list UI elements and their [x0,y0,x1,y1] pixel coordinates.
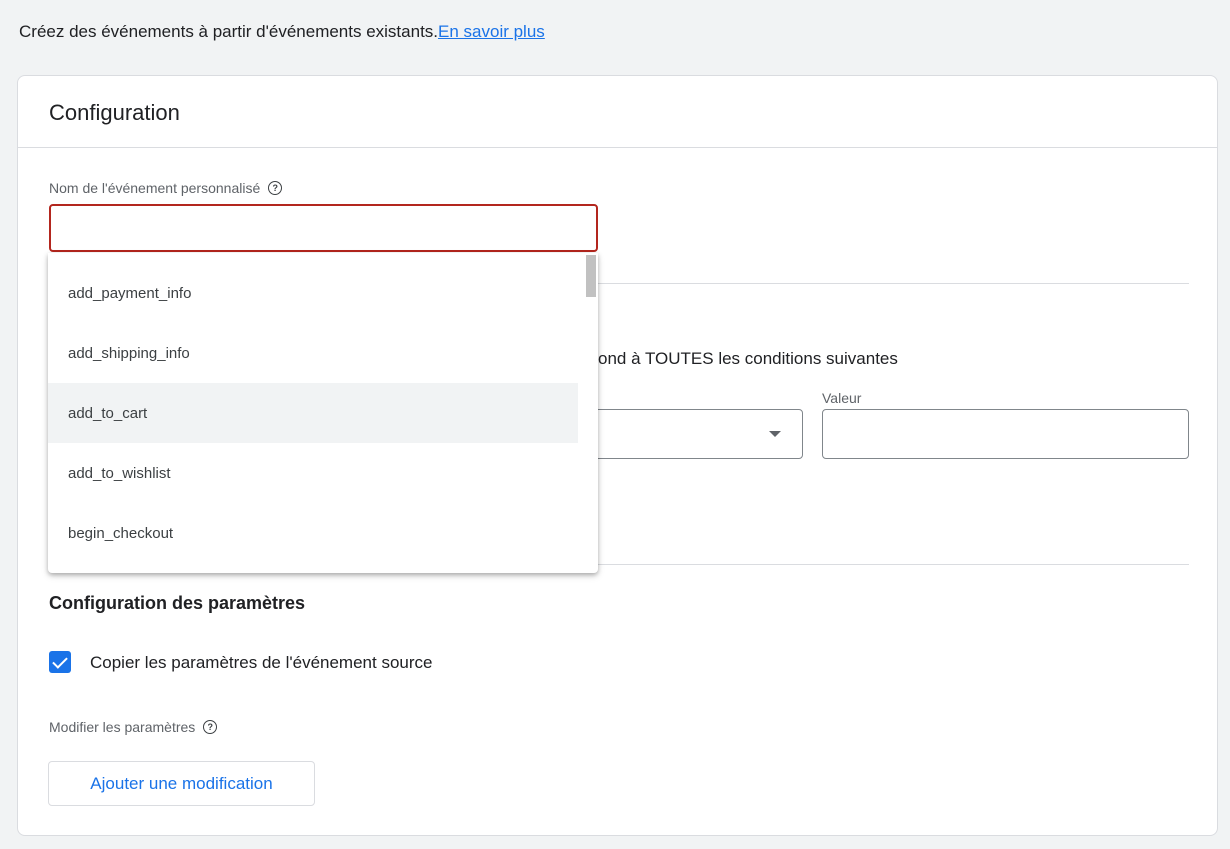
copy-params-checkbox[interactable] [49,651,71,673]
value-label: Valeur [822,390,862,406]
dropdown-option[interactable]: add_to_wishlist [48,443,578,503]
card-title: Configuration [49,100,180,125]
dropdown-option[interactable]: add_payment_info [48,263,578,323]
learn-more-link[interactable]: En savoir plus [438,22,545,41]
dropdown-option[interactable]: begin_checkout [48,503,578,563]
caret-down-icon [769,431,781,437]
intro-description: Créez des événements à partir d'événemen… [19,22,439,41]
add-modification-button[interactable]: Ajouter une modification [48,761,315,806]
event-name-input[interactable] [49,204,598,252]
conditions-text: ond à TOUTES les conditions suivantes [598,349,898,368]
value-input[interactable] [822,409,1189,459]
dropdown-option[interactable]: add_shipping_info [48,323,578,383]
modify-params-label-text: Modifier les paramètres [49,719,196,735]
copy-params-label: Copier les paramètres de l'événement sou… [90,653,433,672]
help-icon[interactable]: ? [203,720,218,734]
event-suggestions-dropdown: add_payment_info add_shipping_info add_t… [48,253,598,573]
dropdown-option[interactable]: add_to_cart [48,383,578,443]
params-section-title: Configuration des paramètres [49,593,306,613]
modify-params-label: Modifier les paramètres ? [49,719,218,735]
intro-text: Créez des événements à partir d'événemen… [19,22,545,42]
help-icon[interactable]: ? [268,181,283,195]
event-name-label-text: Nom de l'événement personnalisé [49,180,261,196]
dropdown-scrollbar[interactable] [586,255,596,297]
card-divider [18,147,1217,148]
event-name-label: Nom de l'événement personnalisé ? [49,180,283,196]
